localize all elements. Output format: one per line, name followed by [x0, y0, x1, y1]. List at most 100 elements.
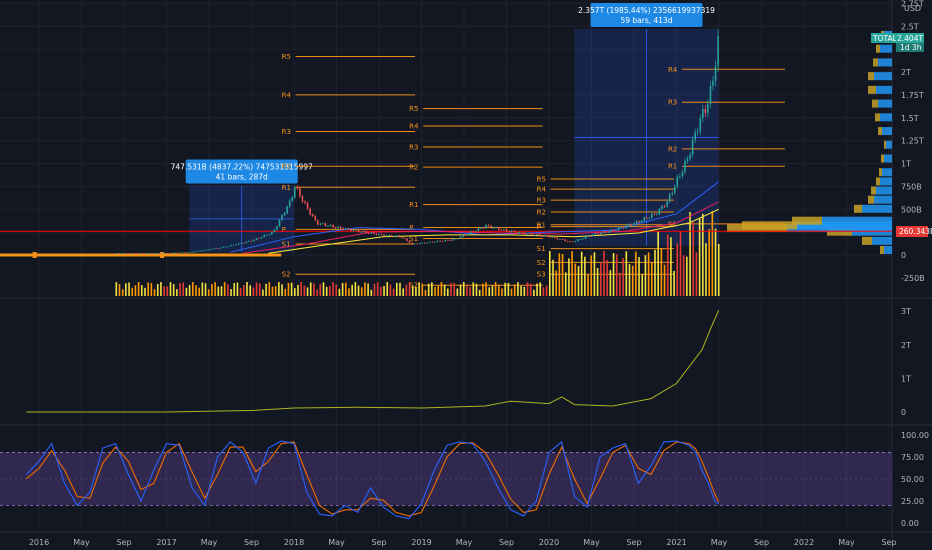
candle-body — [536, 234, 538, 236]
candle-body — [278, 219, 281, 227]
candle-body — [197, 250, 199, 252]
candle-body — [209, 249, 212, 251]
volume-bar — [615, 254, 618, 296]
volume-bar — [179, 283, 181, 296]
candle-body — [411, 242, 413, 244]
volume-bar — [679, 231, 682, 296]
candle-body — [714, 66, 717, 81]
volume-bar — [166, 286, 169, 296]
candle-body — [337, 226, 339, 229]
volume-bar — [431, 282, 433, 296]
vp-bin-gold — [868, 85, 876, 94]
volume-bar — [580, 251, 583, 296]
candle-body — [314, 215, 316, 221]
candle-body — [286, 206, 288, 214]
volume-bar — [526, 282, 529, 296]
vp-bin-blue — [862, 204, 892, 213]
candle-body — [469, 231, 472, 234]
mid-axis-label: 3T — [901, 307, 911, 316]
volume-bar — [657, 231, 659, 296]
candle-body — [592, 234, 594, 237]
volume-bar — [131, 287, 134, 296]
symbol-badge-name: TOTAL — [872, 34, 898, 43]
candle-body — [393, 236, 396, 237]
price-axis-label: 1T — [901, 160, 911, 169]
candle-body — [260, 237, 263, 239]
x-axis-label: Sep — [754, 538, 769, 547]
vp-bin-blue — [882, 127, 892, 136]
candle-body — [717, 35, 719, 67]
candle-body — [403, 237, 406, 239]
volume-bar — [223, 282, 226, 296]
candle-body — [464, 234, 467, 236]
candle-body — [429, 241, 431, 243]
volume-bar — [689, 211, 691, 296]
candle-body — [301, 196, 304, 202]
vp-bin-gold — [854, 204, 862, 213]
candle-body — [291, 197, 294, 201]
volume-bar — [227, 284, 229, 296]
candle-body — [408, 240, 411, 243]
vp-bin-gold — [872, 99, 878, 108]
volume-bar — [392, 288, 395, 296]
candle-body — [480, 227, 482, 229]
candle-body — [620, 227, 622, 229]
price-axis-label: 0 — [901, 251, 906, 260]
vp-bin-blue — [876, 186, 892, 195]
volume-bar — [176, 289, 178, 296]
candle-body — [454, 238, 457, 240]
candle-body — [324, 223, 327, 226]
candle-body — [434, 241, 436, 243]
x-axis-label: 2020 — [539, 538, 559, 547]
x-axis-label: 2022 — [794, 538, 814, 547]
volume-bar — [555, 270, 557, 296]
candle-body — [704, 109, 707, 113]
volume-bar — [380, 286, 382, 296]
vp-bin-gold — [878, 127, 882, 136]
measure-label-line1: 747.531B (4837.22%) 747531315997 — [171, 162, 313, 171]
x-axis-label: May — [583, 538, 600, 547]
pivot-label: R5 — [409, 105, 418, 113]
volume-bar — [469, 287, 471, 296]
candle-body — [699, 118, 702, 132]
volume-bar — [631, 265, 634, 296]
candle-body — [345, 228, 347, 230]
candle-body — [612, 229, 615, 231]
x-axis-label: 2021 — [666, 538, 686, 547]
candle-body — [299, 188, 301, 197]
volume-bar — [204, 283, 207, 296]
candle-body — [584, 236, 587, 239]
candle-body — [668, 194, 671, 202]
candle-body — [684, 160, 686, 172]
candle-body — [179, 252, 181, 254]
measure-label-line2: 59 bars, 413d — [620, 16, 672, 25]
candle-body — [679, 176, 681, 177]
candle-body — [671, 192, 673, 195]
x-axis-label: May — [456, 538, 473, 547]
candle-body — [360, 231, 362, 233]
volume-bar — [281, 284, 283, 296]
candle-body — [457, 238, 459, 240]
pivot-label: R1 — [409, 201, 418, 209]
volume-bar — [536, 283, 538, 296]
candle-body — [689, 154, 691, 159]
candle-body — [130, 253, 133, 254]
vp-bin-gold — [875, 113, 880, 122]
x-axis-label: Sep — [626, 538, 641, 547]
volume-bar — [252, 287, 255, 296]
volume-bar — [561, 254, 564, 296]
candle-body — [322, 223, 324, 225]
volume-bar — [717, 243, 720, 296]
candle-body — [370, 232, 373, 234]
chart-canvas[interactable]: 747.531B (4837.22%) 74753131599741 bars,… — [0, 0, 932, 550]
candle-body — [306, 202, 309, 209]
candle-body — [268, 234, 271, 236]
candle-body — [350, 229, 352, 231]
candle-body — [600, 233, 602, 235]
pivot-label: R4 — [537, 186, 547, 194]
candle-body — [294, 187, 296, 198]
volume-bar — [647, 252, 650, 296]
vp-bin-gold — [742, 221, 797, 230]
volume-bar — [341, 282, 344, 296]
candle-body — [554, 236, 556, 238]
